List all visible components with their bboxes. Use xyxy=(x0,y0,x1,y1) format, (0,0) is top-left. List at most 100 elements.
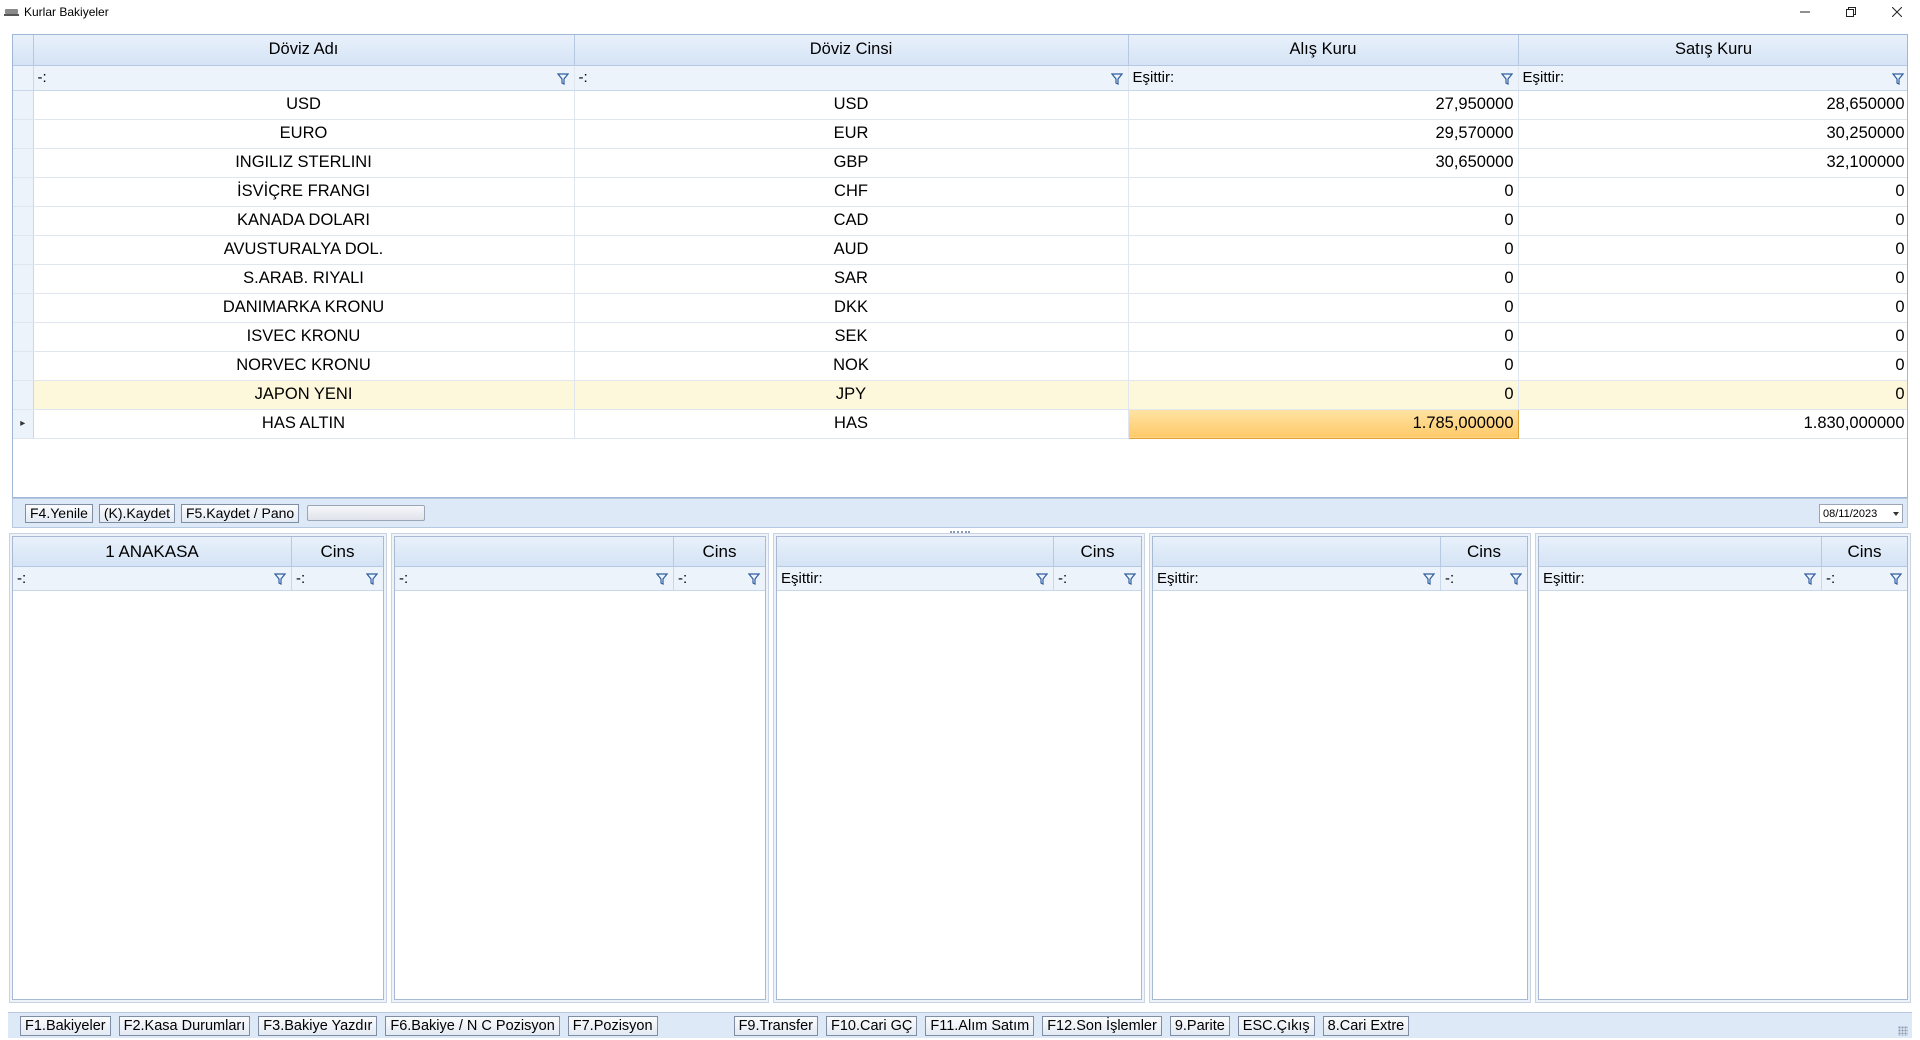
table-row[interactable]: AVUSTURALYA DOL. AUD 0 0 xyxy=(13,235,1907,265)
row-indicator[interactable] xyxy=(13,380,34,410)
cell-doviz-cinsi[interactable]: CAD xyxy=(574,206,1129,236)
panel-filter-right[interactable]: -: xyxy=(1441,567,1527,590)
filter-cell-alis-kuru[interactable]: Eşittir: xyxy=(1128,65,1519,91)
filter-cell-satis-kuru[interactable]: Eşittir: xyxy=(1518,65,1907,91)
cell-alis-kuru[interactable]: 0 xyxy=(1128,322,1519,352)
cell-alis-kuru[interactable]: 30,650000 xyxy=(1128,148,1519,178)
cell-doviz-cinsi[interactable]: AUD xyxy=(574,235,1129,265)
cell-satis-kuru[interactable]: 0 xyxy=(1518,322,1907,352)
filter-icon[interactable] xyxy=(1890,573,1902,585)
cell-doviz-adi[interactable]: İSVİÇRE FRANGI xyxy=(33,177,575,207)
panel-title[interactable] xyxy=(1539,537,1822,566)
panel-filter-left[interactable]: Eşittir: xyxy=(1539,567,1822,590)
table-row[interactable]: DANIMARKA KRONU DKK 0 0 xyxy=(13,293,1907,323)
cell-doviz-cinsi[interactable]: JPY xyxy=(574,380,1129,410)
panel-title[interactable] xyxy=(395,537,674,566)
cell-doviz-cinsi[interactable]: NOK xyxy=(574,351,1129,381)
cell-alis-kuru[interactable]: 0 xyxy=(1128,206,1519,236)
column-header-doviz-adi[interactable]: Döviz Adı xyxy=(33,35,575,66)
cell-doviz-adi[interactable]: NORVEC KRONU xyxy=(33,351,575,381)
panel-cins-header[interactable]: Cins xyxy=(1054,537,1141,566)
filter-icon[interactable] xyxy=(1423,573,1435,585)
panel-filter-right[interactable]: -: xyxy=(292,567,383,590)
account-io-button[interactable]: F10.Cari GÇ xyxy=(825,1015,918,1036)
panel-cins-header[interactable]: Cins xyxy=(292,537,383,566)
cell-satis-kuru[interactable]: 0 xyxy=(1518,293,1907,323)
table-row[interactable]: S.ARAB. RIYALI SAR 0 0 xyxy=(13,264,1907,294)
cell-doviz-cinsi[interactable]: GBP xyxy=(574,148,1129,178)
save-button[interactable]: (K).Kaydet xyxy=(98,503,175,523)
filter-icon[interactable] xyxy=(1500,72,1513,85)
toolbar-scrollbar[interactable] xyxy=(307,505,426,521)
table-row[interactable]: NORVEC KRONU NOK 0 0 xyxy=(13,351,1907,381)
cell-satis-kuru[interactable]: 0 xyxy=(1518,206,1907,236)
cell-satis-kuru[interactable]: 32,100000 xyxy=(1518,148,1907,178)
print-balance-button[interactable]: F3.Bakiye Yazdır xyxy=(258,1015,378,1036)
save-board-button[interactable]: F5.Kaydet / Pano xyxy=(181,503,300,523)
balances-button[interactable]: F1.Bakiyeler xyxy=(20,1015,111,1036)
table-row[interactable]: KANADA DOLARI CAD 0 0 xyxy=(13,206,1907,236)
cell-doviz-adi[interactable]: AVUSTURALYA DOL. xyxy=(33,235,575,265)
cell-doviz-adi[interactable]: HAS ALTIN xyxy=(33,409,575,439)
panel-filter-right[interactable]: -: xyxy=(1822,567,1907,590)
cell-alis-kuru[interactable]: 1.785,000000 xyxy=(1127,408,1519,439)
filter-icon[interactable] xyxy=(748,573,760,585)
minimize-button[interactable] xyxy=(1782,0,1828,24)
table-row[interactable]: ▸ HAS ALTIN HAS 1.785,000000 1.830,000000 xyxy=(13,408,1907,439)
panel-filter-right[interactable]: -: xyxy=(1054,567,1141,590)
cell-satis-kuru[interactable]: 0 xyxy=(1518,264,1907,294)
cell-doviz-adi[interactable]: DANIMARKA KRONU xyxy=(33,293,575,323)
date-picker[interactable]: 08/11/2023 xyxy=(1819,504,1903,523)
resize-grip-icon[interactable] xyxy=(1898,1026,1908,1036)
cash-status-button[interactable]: F2.Kasa Durumları xyxy=(118,1015,251,1036)
cell-doviz-cinsi[interactable]: HAS xyxy=(574,409,1129,439)
panel-filter-left[interactable]: Eşittir: xyxy=(1153,567,1441,590)
panel-filter-left[interactable]: -: xyxy=(13,567,292,590)
cell-doviz-cinsi[interactable]: USD xyxy=(574,90,1129,120)
filter-icon[interactable] xyxy=(1891,72,1904,85)
cell-doviz-adi[interactable]: INGILIZ STERLINI xyxy=(33,148,575,178)
row-indicator[interactable] xyxy=(13,293,34,323)
position-button[interactable]: F7.Pozisyon xyxy=(567,1015,658,1036)
panel-title[interactable] xyxy=(1153,537,1441,566)
row-indicator[interactable] xyxy=(13,206,34,236)
cell-alis-kuru[interactable]: 0 xyxy=(1128,293,1519,323)
panel-filter-left[interactable]: Eşittir: xyxy=(777,567,1054,590)
row-indicator[interactable] xyxy=(13,177,34,207)
cell-doviz-cinsi[interactable]: SAR xyxy=(574,264,1129,294)
row-indicator[interactable] xyxy=(13,322,34,352)
filter-cell-doviz-adi[interactable]: -: xyxy=(33,65,575,91)
row-indicator[interactable] xyxy=(13,264,34,294)
column-header-doviz-cinsi[interactable]: Döviz Cinsi xyxy=(574,35,1129,66)
cell-doviz-adi[interactable]: JAPON YENI xyxy=(33,380,575,410)
filter-icon[interactable] xyxy=(656,573,668,585)
filter-icon[interactable] xyxy=(1804,573,1816,585)
cell-alis-kuru[interactable]: 0 xyxy=(1128,235,1519,265)
cell-alis-kuru[interactable]: 29,570000 xyxy=(1128,119,1519,149)
cell-satis-kuru[interactable]: 0 xyxy=(1518,235,1907,265)
close-button[interactable] xyxy=(1874,0,1920,24)
cell-doviz-adi[interactable]: S.ARAB. RIYALI xyxy=(33,264,575,294)
cell-doviz-cinsi[interactable]: SEK xyxy=(574,322,1129,352)
cell-alis-kuru[interactable]: 0 xyxy=(1128,177,1519,207)
cell-satis-kuru[interactable]: 0 xyxy=(1518,177,1907,207)
refresh-button[interactable]: F4.Yenile xyxy=(25,503,93,523)
balance-position-button[interactable]: F6.Bakiye / N C Pozisyon xyxy=(385,1015,560,1036)
filter-icon[interactable] xyxy=(556,72,569,85)
cell-doviz-adi[interactable]: ISVEC KRONU xyxy=(33,322,575,352)
row-indicator[interactable] xyxy=(13,351,34,381)
filter-icon[interactable] xyxy=(1510,573,1522,585)
cell-satis-kuru[interactable]: 1.830,000000 xyxy=(1518,409,1907,439)
cell-doviz-adi[interactable]: USD xyxy=(33,90,575,120)
table-row[interactable]: ISVEC KRONU SEK 0 0 xyxy=(13,322,1907,352)
cell-doviz-cinsi[interactable]: DKK xyxy=(574,293,1129,323)
column-header-alis-kuru[interactable]: Alış Kuru xyxy=(1128,35,1519,66)
table-row[interactable]: İSVİÇRE FRANGI CHF 0 0 xyxy=(13,177,1907,207)
cell-alis-kuru[interactable]: 27,950000 xyxy=(1128,90,1519,120)
column-header-satis-kuru[interactable]: Satış Kuru xyxy=(1518,35,1907,66)
cell-doviz-cinsi[interactable]: EUR xyxy=(574,119,1129,149)
cell-alis-kuru[interactable]: 0 xyxy=(1128,264,1519,294)
cell-doviz-adi[interactable]: KANADA DOLARI xyxy=(33,206,575,236)
cell-doviz-adi[interactable]: EURO xyxy=(33,119,575,149)
cell-satis-kuru[interactable]: 30,250000 xyxy=(1518,119,1907,149)
